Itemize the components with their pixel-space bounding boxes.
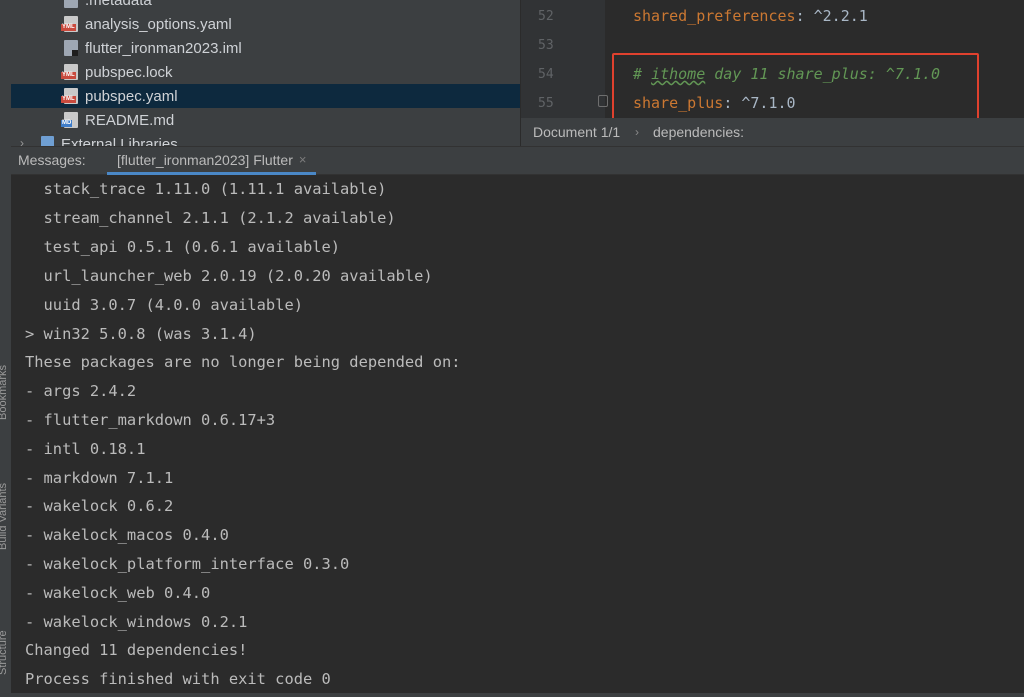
console-line: stack_trace 1.11.0 (1.11.1 available)	[25, 180, 387, 198]
close-icon[interactable]: ×	[299, 152, 307, 167]
console-line: - wakelock_platform_interface 0.3.0	[25, 555, 350, 573]
console-line: - flutter_markdown 0.6.17+3	[25, 411, 276, 429]
tree-item-external-libraries[interactable]: › External Libraries	[11, 132, 520, 146]
iml-file-icon	[64, 40, 78, 56]
console-line: - wakelock_windows 0.2.1	[25, 613, 248, 631]
console-line: stream_channel 2.1.1 (2.1.2 available)	[25, 209, 396, 227]
tree-item-label: pubspec.lock	[85, 63, 173, 81]
project-tree-panel: .metadata YML analysis_options.yaml flut…	[11, 0, 521, 146]
yaml-file-icon: YML	[61, 88, 78, 104]
console-line: - args 2.4.2	[25, 382, 137, 400]
tree-item-readme[interactable]: MD README.md	[11, 108, 520, 132]
libraries-icon	[41, 136, 54, 146]
tree-item-metadata[interactable]: .metadata	[11, 0, 520, 12]
tree-item-label: .metadata	[85, 0, 152, 9]
tab-label: [flutter_ironman2023] Flutter	[117, 151, 293, 168]
console-line: Changed 11 dependencies!	[25, 641, 248, 659]
tree-item-iml[interactable]: flutter_ironman2023.iml	[11, 36, 520, 60]
yaml-file-icon: YML	[61, 64, 78, 80]
line-number: 52	[538, 9, 554, 24]
file-icon	[64, 0, 78, 8]
line-number-gutter: 52 53 54 55	[521, 0, 605, 118]
line-number: 53	[538, 38, 554, 53]
yaml-key: shared_preferences	[633, 7, 796, 25]
annotation-highlight-box	[612, 53, 979, 123]
console-output[interactable]: stack_trace 1.11.0 (1.11.1 available) st…	[11, 175, 1024, 693]
tree-item-label: README.md	[85, 111, 175, 129]
tree-item-analysis-options[interactable]: YML analysis_options.yaml	[11, 12, 520, 36]
tree-item-pubspec-lock[interactable]: YML pubspec.lock	[11, 60, 520, 84]
console-line: test_api 0.5.1 (0.6.1 available)	[25, 238, 341, 256]
console-line: Process finished with exit code 0	[25, 670, 331, 688]
chevron-right-icon[interactable]: ›	[20, 136, 24, 146]
console-line: - intl 0.18.1	[25, 440, 146, 458]
tree-item-label: pubspec.yaml	[85, 87, 178, 105]
build-variants-tool-button[interactable]: Build Variants	[0, 440, 11, 550]
code-line-52: shared_preferences: ^2.2.1	[633, 7, 868, 25]
tree-item-label: flutter_ironman2023.iml	[85, 39, 242, 57]
tab-flutter-messages[interactable]: [flutter_ironman2023] Flutter ×	[107, 147, 317, 175]
console-line: - wakelock_web 0.4.0	[25, 584, 211, 602]
breadcrumb-separator-icon: ›	[635, 125, 639, 139]
console-line: These packages are no longer being depen…	[25, 353, 461, 371]
console-line: - wakelock_macos 0.4.0	[25, 526, 229, 544]
line-number: 55	[538, 96, 554, 111]
console-line: uuid 3.0.7 (4.0.0 available)	[25, 296, 303, 314]
tree-item-label: External Libraries	[61, 135, 178, 147]
console-line: > win32 5.0.8 (was 3.1.4)	[25, 325, 257, 343]
yaml-separator: :	[795, 7, 814, 25]
messages-toolbar: Messages: [flutter_ironman2023] Flutter …	[11, 146, 1024, 175]
yaml-file-icon: YML	[61, 16, 78, 32]
line-number: 54	[538, 67, 554, 82]
console-line: url_launcher_web 2.0.19 (2.0.20 availabl…	[25, 267, 433, 285]
markdown-file-icon: MD	[61, 112, 78, 128]
messages-title: Messages:	[18, 152, 86, 168]
breadcrumb-document[interactable]: Document 1/1	[533, 124, 620, 140]
breadcrumb: Document 1/1 › dependencies:	[521, 118, 1024, 146]
console-line: - markdown 7.1.1	[25, 469, 174, 487]
breadcrumb-path[interactable]: dependencies:	[653, 124, 744, 140]
status-bar	[0, 693, 1024, 697]
bookmarks-tool-button[interactable]: Bookmarks	[0, 330, 11, 420]
console-line: - wakelock 0.6.2	[25, 497, 174, 515]
tree-item-pubspec-yaml[interactable]: YML pubspec.yaml	[11, 84, 520, 108]
tree-item-label: analysis_options.yaml	[85, 15, 232, 33]
yaml-value: ^2.2.1	[813, 7, 868, 25]
structure-tool-button[interactable]: Structure	[0, 595, 11, 675]
fold-icon[interactable]	[598, 95, 608, 107]
